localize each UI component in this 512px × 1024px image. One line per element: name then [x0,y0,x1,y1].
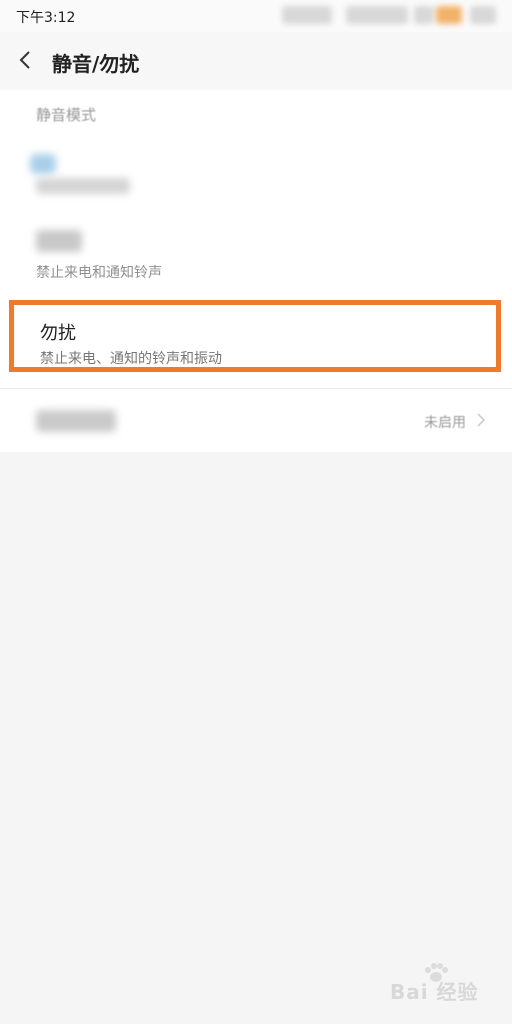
scheduled-title-blurred [36,410,116,432]
app-header: 静音/勿扰 [0,32,512,90]
scheduled-row[interactable]: 未启用 [0,390,512,452]
battery-icon [436,6,462,24]
back-arrow-icon[interactable] [14,48,38,72]
settings-list: 静音模式 禁止来电和通知铃声 勿扰 禁止来电、通知的铃声和振动 未启用 [0,90,512,452]
section-label: 静音模式 [36,106,97,124]
status-icons-blurred [282,6,332,24]
divider [0,388,512,389]
watermark-text: Bai 经验 [390,980,479,1004]
blurred-icon [30,154,56,174]
status-icons-blurred [470,6,496,24]
do-not-disturb-subtitle: 禁止来电、通知的铃声和振动 [40,351,222,367]
chevron-right-icon [477,413,486,427]
page-title: 静音/勿扰 [52,52,140,76]
status-bar: 下午3:12 [0,0,512,32]
scheduled-status: 未启用 [424,415,466,431]
watermark: Bai 经验 [384,962,488,1006]
status-icons-blurred [414,6,434,24]
blurred-text [36,178,130,194]
do-not-disturb-option[interactable]: 勿扰 禁止来电、通知的铃声和振动 [9,300,501,372]
silent-row-title-blurred [36,230,82,252]
silent-row-subtitle: 禁止来电和通知铃声 [36,265,162,281]
do-not-disturb-title: 勿扰 [40,323,76,344]
status-time: 下午3:12 [16,10,76,26]
status-icons-blurred [346,6,408,24]
